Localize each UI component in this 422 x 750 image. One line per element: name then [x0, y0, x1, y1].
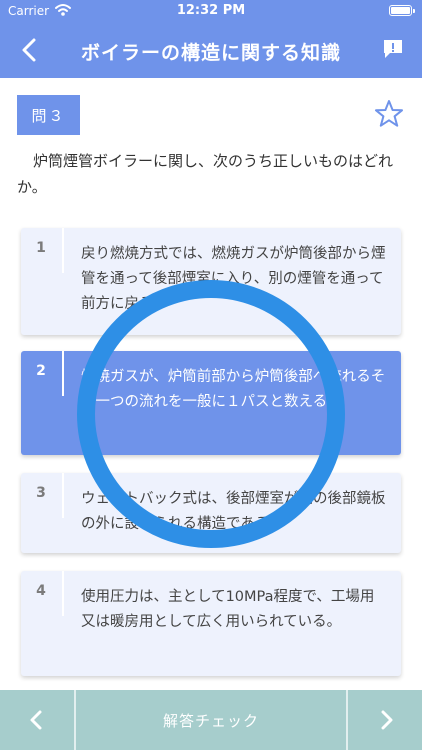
answer-option-4[interactable]: 4 使用圧力は、主として10MPa程度で、工場用又は暖房用として広く用いられてい… [21, 571, 401, 676]
chevron-left-icon [30, 710, 42, 730]
option-text: 戻り燃焼方式では、燃焼ガスが炉筒後部から煙管を通って後部煙室に入り、別の煙管を通… [81, 246, 386, 312]
status-bar: Carrier 12:32 PM [0, 0, 422, 24]
option-number: 1 [36, 240, 46, 256]
option-number: 4 [36, 583, 46, 599]
check-answer-button[interactable]: 解答チェック [76, 690, 346, 750]
question-text: 炉筒煙管ボイラーに関し、次のうち正しいものはどれか。 [17, 152, 394, 196]
option-divider [62, 473, 64, 518]
option-divider [62, 571, 64, 616]
option-text: 使用圧力は、主として10MPa程度で、工場用又は暖房用として広く用いられている。 [81, 589, 375, 630]
question-number-badge: 問３ [17, 95, 80, 135]
option-number: 2 [36, 363, 46, 379]
chevron-right-icon [381, 710, 393, 730]
option-divider [62, 228, 64, 273]
option-number: 3 [36, 485, 46, 501]
star-bookmark-icon[interactable] [374, 99, 404, 129]
option-divider [62, 351, 64, 396]
status-time: 12:32 PM [176, 3, 246, 18]
report-bubble-icon[interactable] [382, 38, 404, 60]
bottom-toolbar: 解答チェック [0, 690, 422, 750]
page-title: ボイラーの構造に関する知識 [80, 42, 341, 64]
answer-option-2[interactable]: 2 燃焼ガスが、炉筒前部から炉筒後部へ流れるその一つの流れを一般に１パスと数える… [21, 351, 401, 455]
option-text: 燃焼ガスが、炉筒前部から炉筒後部へ流れるその一つの流れを一般に１パスと数える。 [81, 369, 386, 410]
chevron-left-icon[interactable] [18, 37, 42, 63]
previous-question-button[interactable] [0, 690, 74, 750]
answer-option-1[interactable]: 1 戻り燃焼方式では、燃焼ガスが炉筒後部から煙管を通って後部煙室に入り、別の煙管… [21, 228, 401, 335]
option-text: ウェットバック式は、後部煙室が胴の後部鏡板の外に設けられる構造である。 [81, 491, 386, 532]
answer-option-3[interactable]: 3 ウェットバック式は、後部煙室が胴の後部鏡板の外に設けられる構造である。 [21, 473, 401, 553]
next-question-button[interactable] [348, 690, 422, 750]
battery-icon [389, 5, 415, 16]
top-bar: Carrier 12:32 PM ボイラーの構造に関する知識 [0, 0, 422, 78]
